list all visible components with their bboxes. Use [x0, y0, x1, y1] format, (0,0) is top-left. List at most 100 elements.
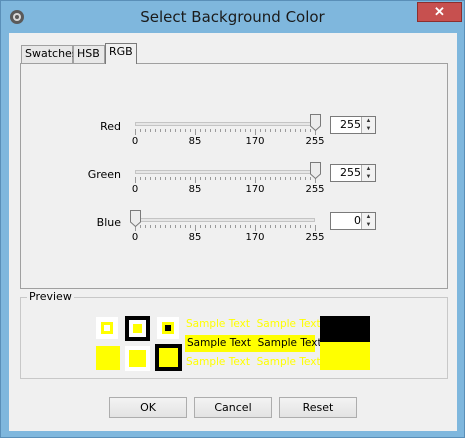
slider-tick [220, 177, 221, 180]
slider-tick-label: 85 [188, 232, 202, 243]
slider-tick [160, 225, 161, 228]
spin-down-icon[interactable]: ▼ [362, 125, 375, 133]
slider-tick [215, 177, 216, 180]
slider-track[interactable] [135, 122, 315, 126]
slider-tick [245, 225, 246, 228]
spinner-buttons: ▲ ▼ [361, 165, 375, 181]
slider-tick [280, 177, 281, 180]
spin-up-icon[interactable]: ▲ [362, 117, 375, 125]
rgb-panel: Red 0 85 170 255 255 ▲ ▼ Green 0 85 170 255 255 ▲ ▼ Blue… [20, 63, 448, 289]
slider-tick [200, 177, 201, 180]
slider-tick-label: 170 [245, 232, 265, 243]
slider-tick [145, 225, 146, 228]
tab-rgb[interactable]: RGB [105, 43, 137, 64]
slider-tick [145, 129, 146, 132]
slider-tick [180, 225, 181, 228]
slider-tick [155, 177, 156, 180]
slider-tick [175, 225, 176, 228]
spin-down-icon[interactable]: ▼ [362, 221, 375, 229]
slider-tick-label: 255 [305, 184, 325, 195]
slider-tick [145, 177, 146, 180]
slider-tick [150, 177, 151, 180]
slider-tick [240, 225, 241, 228]
slider-tick [185, 177, 186, 180]
slider-tick-label: 85 [188, 184, 202, 195]
close-icon: ✕ [434, 4, 445, 19]
spinner-value[interactable]: 255 [333, 166, 361, 179]
slider-tick [245, 177, 246, 180]
slider-tick [290, 177, 291, 180]
slider-tick [290, 225, 291, 228]
close-button[interactable]: ✕ [417, 2, 462, 22]
preview-label: Preview [27, 290, 74, 303]
slider-tick [295, 177, 296, 180]
slider-label: Green [87, 168, 121, 181]
slider-track[interactable] [135, 170, 315, 174]
slider-tick [290, 129, 291, 132]
value-spinner-green[interactable]: 255 ▲ ▼ [330, 164, 376, 182]
slider-tick [140, 129, 141, 132]
slider-tick [190, 129, 191, 132]
slider-thumb[interactable] [310, 162, 321, 179]
spin-up-icon[interactable]: ▲ [362, 165, 375, 173]
slider-tick [180, 177, 181, 180]
spinner-value[interactable]: 255 [333, 118, 361, 131]
slider-tick [305, 177, 306, 180]
cancel-button[interactable]: Cancel [194, 397, 272, 418]
preview-swatch-5 [125, 346, 150, 371]
slider-tick [225, 129, 226, 132]
slider-tick [300, 129, 301, 132]
dialog-window: Select Background Color ✕ Swatches HSB R… [0, 0, 465, 438]
slider-tick [255, 225, 256, 231]
slider-track[interactable] [135, 218, 315, 222]
spin-up-icon[interactable]: ▲ [362, 213, 375, 221]
slider-tick [155, 225, 156, 228]
slider-tick [230, 129, 231, 132]
slider-tick [260, 177, 261, 180]
slider-tick [225, 177, 226, 180]
slider-tick [265, 177, 266, 180]
spinner-buttons: ▲ ▼ [361, 117, 375, 133]
value-spinner-red[interactable]: 255 ▲ ▼ [330, 116, 376, 134]
title-bar: Select Background Color ✕ [1, 1, 464, 33]
preview-swatch-1 [96, 317, 118, 339]
dialog-client: Swatches HSB RGB Red 0 85 170 255 255 ▲ ▼ Green 0… [9, 33, 457, 431]
slider-tick [210, 225, 211, 228]
slider-tick [220, 225, 221, 228]
spinner-buttons: ▲ ▼ [361, 213, 375, 229]
slider-tick [170, 177, 171, 180]
slider-tick-label: 170 [245, 136, 265, 147]
slider-tick [240, 129, 241, 132]
slider-tick [285, 177, 286, 180]
value-spinner-blue[interactable]: 0 ▲ ▼ [330, 212, 376, 230]
tab-swatches[interactable]: Swatches [21, 45, 78, 63]
slider-thumb[interactable] [310, 114, 321, 131]
ok-button[interactable]: OK [109, 397, 187, 418]
preview-swatch-4 [96, 346, 120, 370]
slider-tick-label: 0 [131, 136, 139, 147]
slider-tick [205, 177, 206, 180]
slider-tick [265, 225, 266, 228]
reset-button[interactable]: Reset [279, 397, 357, 418]
slider-tick [275, 225, 276, 228]
slider-tick [210, 177, 211, 180]
slider-tick [215, 129, 216, 132]
slider-tick [235, 177, 236, 180]
slider-tick [250, 225, 251, 228]
preview-swatch-3 [157, 317, 179, 339]
slider-tick [260, 225, 261, 228]
spin-down-icon[interactable]: ▼ [362, 173, 375, 181]
tab-hsb[interactable]: HSB [73, 45, 105, 63]
slider-tick [295, 225, 296, 228]
slider-tick [260, 129, 261, 132]
slider-tick [195, 177, 196, 183]
slider-tick [235, 225, 236, 228]
slider-tick [135, 177, 136, 183]
slider-tick [200, 225, 201, 228]
slider-tick [190, 225, 191, 228]
slider-thumb[interactable] [130, 210, 141, 227]
spinner-value[interactable]: 0 [333, 214, 361, 227]
slider-tick [170, 225, 171, 228]
slider-tick [220, 129, 221, 132]
slider-tick [140, 177, 141, 180]
